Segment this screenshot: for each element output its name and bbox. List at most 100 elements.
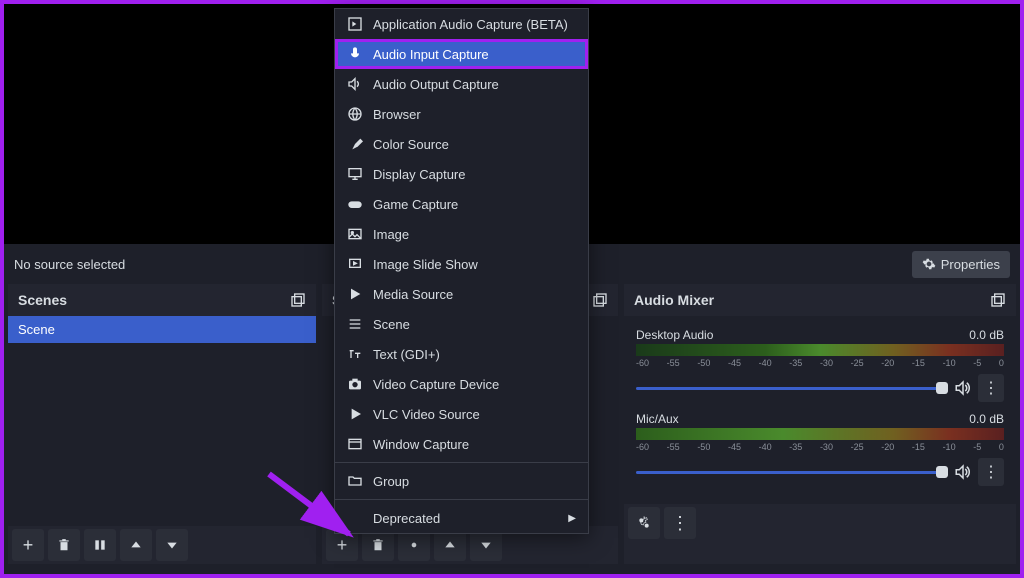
move-up-button[interactable] — [120, 529, 152, 561]
scale-tick: -40 — [759, 358, 772, 368]
menu-scene[interactable]: Scene — [335, 309, 588, 339]
menu-image[interactable]: Image — [335, 219, 588, 249]
menu-label: Media Source — [373, 287, 453, 302]
slider-thumb[interactable] — [936, 466, 948, 478]
menu-label: Audio Output Capture — [373, 77, 499, 92]
desktop-slider-row: ⋮ — [636, 374, 1004, 402]
scale-tick: -20 — [881, 358, 894, 368]
play-icon — [347, 286, 363, 302]
scale-tick: 0 — [999, 442, 1004, 452]
menu-color-source[interactable]: Color Source — [335, 129, 588, 159]
desktop-volume-slider[interactable] — [636, 387, 948, 390]
scale-tick: -55 — [667, 442, 680, 452]
preview-black — [620, 4, 1020, 239]
menu-app-audio-capture[interactable]: Application Audio Capture (BETA) — [335, 9, 588, 39]
mic-aux-meter — [636, 428, 1004, 440]
scale-tick: -45 — [728, 442, 741, 452]
menu-label: Image Slide Show — [373, 257, 478, 272]
meter-scale: -60-55-50-45-40-35-30-25-20-15-10-50 — [636, 442, 1004, 452]
mic-volume-slider[interactable] — [636, 471, 948, 474]
brush-icon — [347, 136, 363, 152]
desktop-options-button[interactable]: ⋮ — [978, 374, 1004, 402]
menu-display-capture[interactable]: Display Capture — [335, 159, 588, 189]
menu-audio-input-capture[interactable]: Audio Input Capture — [335, 39, 588, 69]
menu-deprecated[interactable]: Deprecated — [335, 503, 588, 533]
scale-tick: -20 — [881, 442, 894, 452]
scenes-header: Scenes — [8, 284, 316, 316]
menu-label: Display Capture — [373, 167, 466, 182]
menu-vlc-video-source[interactable]: VLC Video Source — [335, 399, 588, 429]
speaker-icon — [347, 76, 363, 92]
popout-icon[interactable] — [990, 292, 1006, 308]
slider-thumb[interactable] — [936, 382, 948, 394]
scale-tick: -50 — [697, 442, 710, 452]
menu-group[interactable]: Group — [335, 466, 588, 496]
scale-tick: -55 — [667, 358, 680, 368]
mic-aux-row: Mic/Aux 0.0 dB — [636, 412, 1004, 426]
menu-separator — [335, 462, 588, 463]
scale-tick: -50 — [697, 358, 710, 368]
scale-tick: 0 — [999, 358, 1004, 368]
scale-tick: -10 — [943, 442, 956, 452]
mic-aux-label: Mic/Aux — [636, 412, 679, 426]
scene-item[interactable]: Scene — [8, 316, 316, 343]
scale-tick: -40 — [759, 442, 772, 452]
properties-label: Properties — [941, 257, 1000, 272]
menu-label: Browser — [373, 107, 421, 122]
menu-text-gdi[interactable]: Text (GDI+) — [335, 339, 588, 369]
desktop-audio-label: Desktop Audio — [636, 328, 713, 342]
scale-tick: -15 — [912, 358, 925, 368]
scale-tick: -45 — [728, 358, 741, 368]
menu-label: Image — [373, 227, 409, 242]
menu-label: Scene — [373, 317, 410, 332]
mic-options-button[interactable]: ⋮ — [978, 458, 1004, 486]
menu-video-capture-device[interactable]: Video Capture Device — [335, 369, 588, 399]
app-audio-icon — [347, 16, 363, 32]
add-scene-button[interactable]: + — [12, 529, 44, 561]
scale-tick: -60 — [636, 442, 649, 452]
move-down-button[interactable] — [156, 529, 188, 561]
text-icon — [347, 346, 363, 362]
mixer-content: Desktop Audio 0.0 dB -60-55-50-45-40-35-… — [624, 316, 1016, 504]
panel-audio-mixer: Audio Mixer Desktop Audio 0.0 dB -60-55-… — [624, 284, 1016, 564]
popout-icon[interactable] — [592, 292, 608, 308]
panel-scenes: Scenes Scene + — [8, 284, 316, 564]
menu-label: VLC Video Source — [373, 407, 480, 422]
camera-icon — [347, 376, 363, 392]
menu-game-capture[interactable]: Game Capture — [335, 189, 588, 219]
vlc-icon — [347, 406, 363, 422]
desktop-audio-meter — [636, 344, 1004, 356]
scale-tick: -30 — [820, 442, 833, 452]
scenes-toolbar: + — [8, 526, 316, 564]
scale-tick: -15 — [912, 442, 925, 452]
menu-label: Application Audio Capture (BETA) — [373, 17, 568, 32]
delete-scene-button[interactable] — [48, 529, 80, 561]
popout-icon[interactable] — [290, 292, 306, 308]
no-source-text: No source selected — [14, 257, 125, 272]
scale-tick: -30 — [820, 358, 833, 368]
menu-label: Deprecated — [373, 511, 440, 526]
mic-aux-db: 0.0 dB — [969, 412, 1004, 426]
blank-icon — [347, 510, 363, 526]
gamepad-icon — [347, 196, 363, 212]
mixer-toolbar: ⋮ — [624, 504, 1016, 542]
menu-media-source[interactable]: Media Source — [335, 279, 588, 309]
scale-tick: -35 — [789, 442, 802, 452]
speaker-icon[interactable] — [954, 463, 972, 481]
scene-filter-button[interactable] — [84, 529, 116, 561]
menu-image-slide-show[interactable]: Image Slide Show — [335, 249, 588, 279]
mic-slider-row: ⋮ — [636, 458, 1004, 486]
speaker-icon[interactable] — [954, 379, 972, 397]
desktop-audio-db: 0.0 dB — [969, 328, 1004, 342]
menu-label: Group — [373, 474, 409, 489]
menu-audio-output-capture[interactable]: Audio Output Capture — [335, 69, 588, 99]
menu-browser[interactable]: Browser — [335, 99, 588, 129]
scale-tick: -10 — [943, 358, 956, 368]
scale-tick: -5 — [973, 358, 981, 368]
properties-button[interactable]: Properties — [912, 251, 1010, 278]
mixer-settings-button[interactable] — [628, 507, 660, 539]
menu-window-capture[interactable]: Window Capture — [335, 429, 588, 459]
mixer-more-button[interactable]: ⋮ — [664, 507, 696, 539]
menu-separator — [335, 499, 588, 500]
display-icon — [347, 166, 363, 182]
